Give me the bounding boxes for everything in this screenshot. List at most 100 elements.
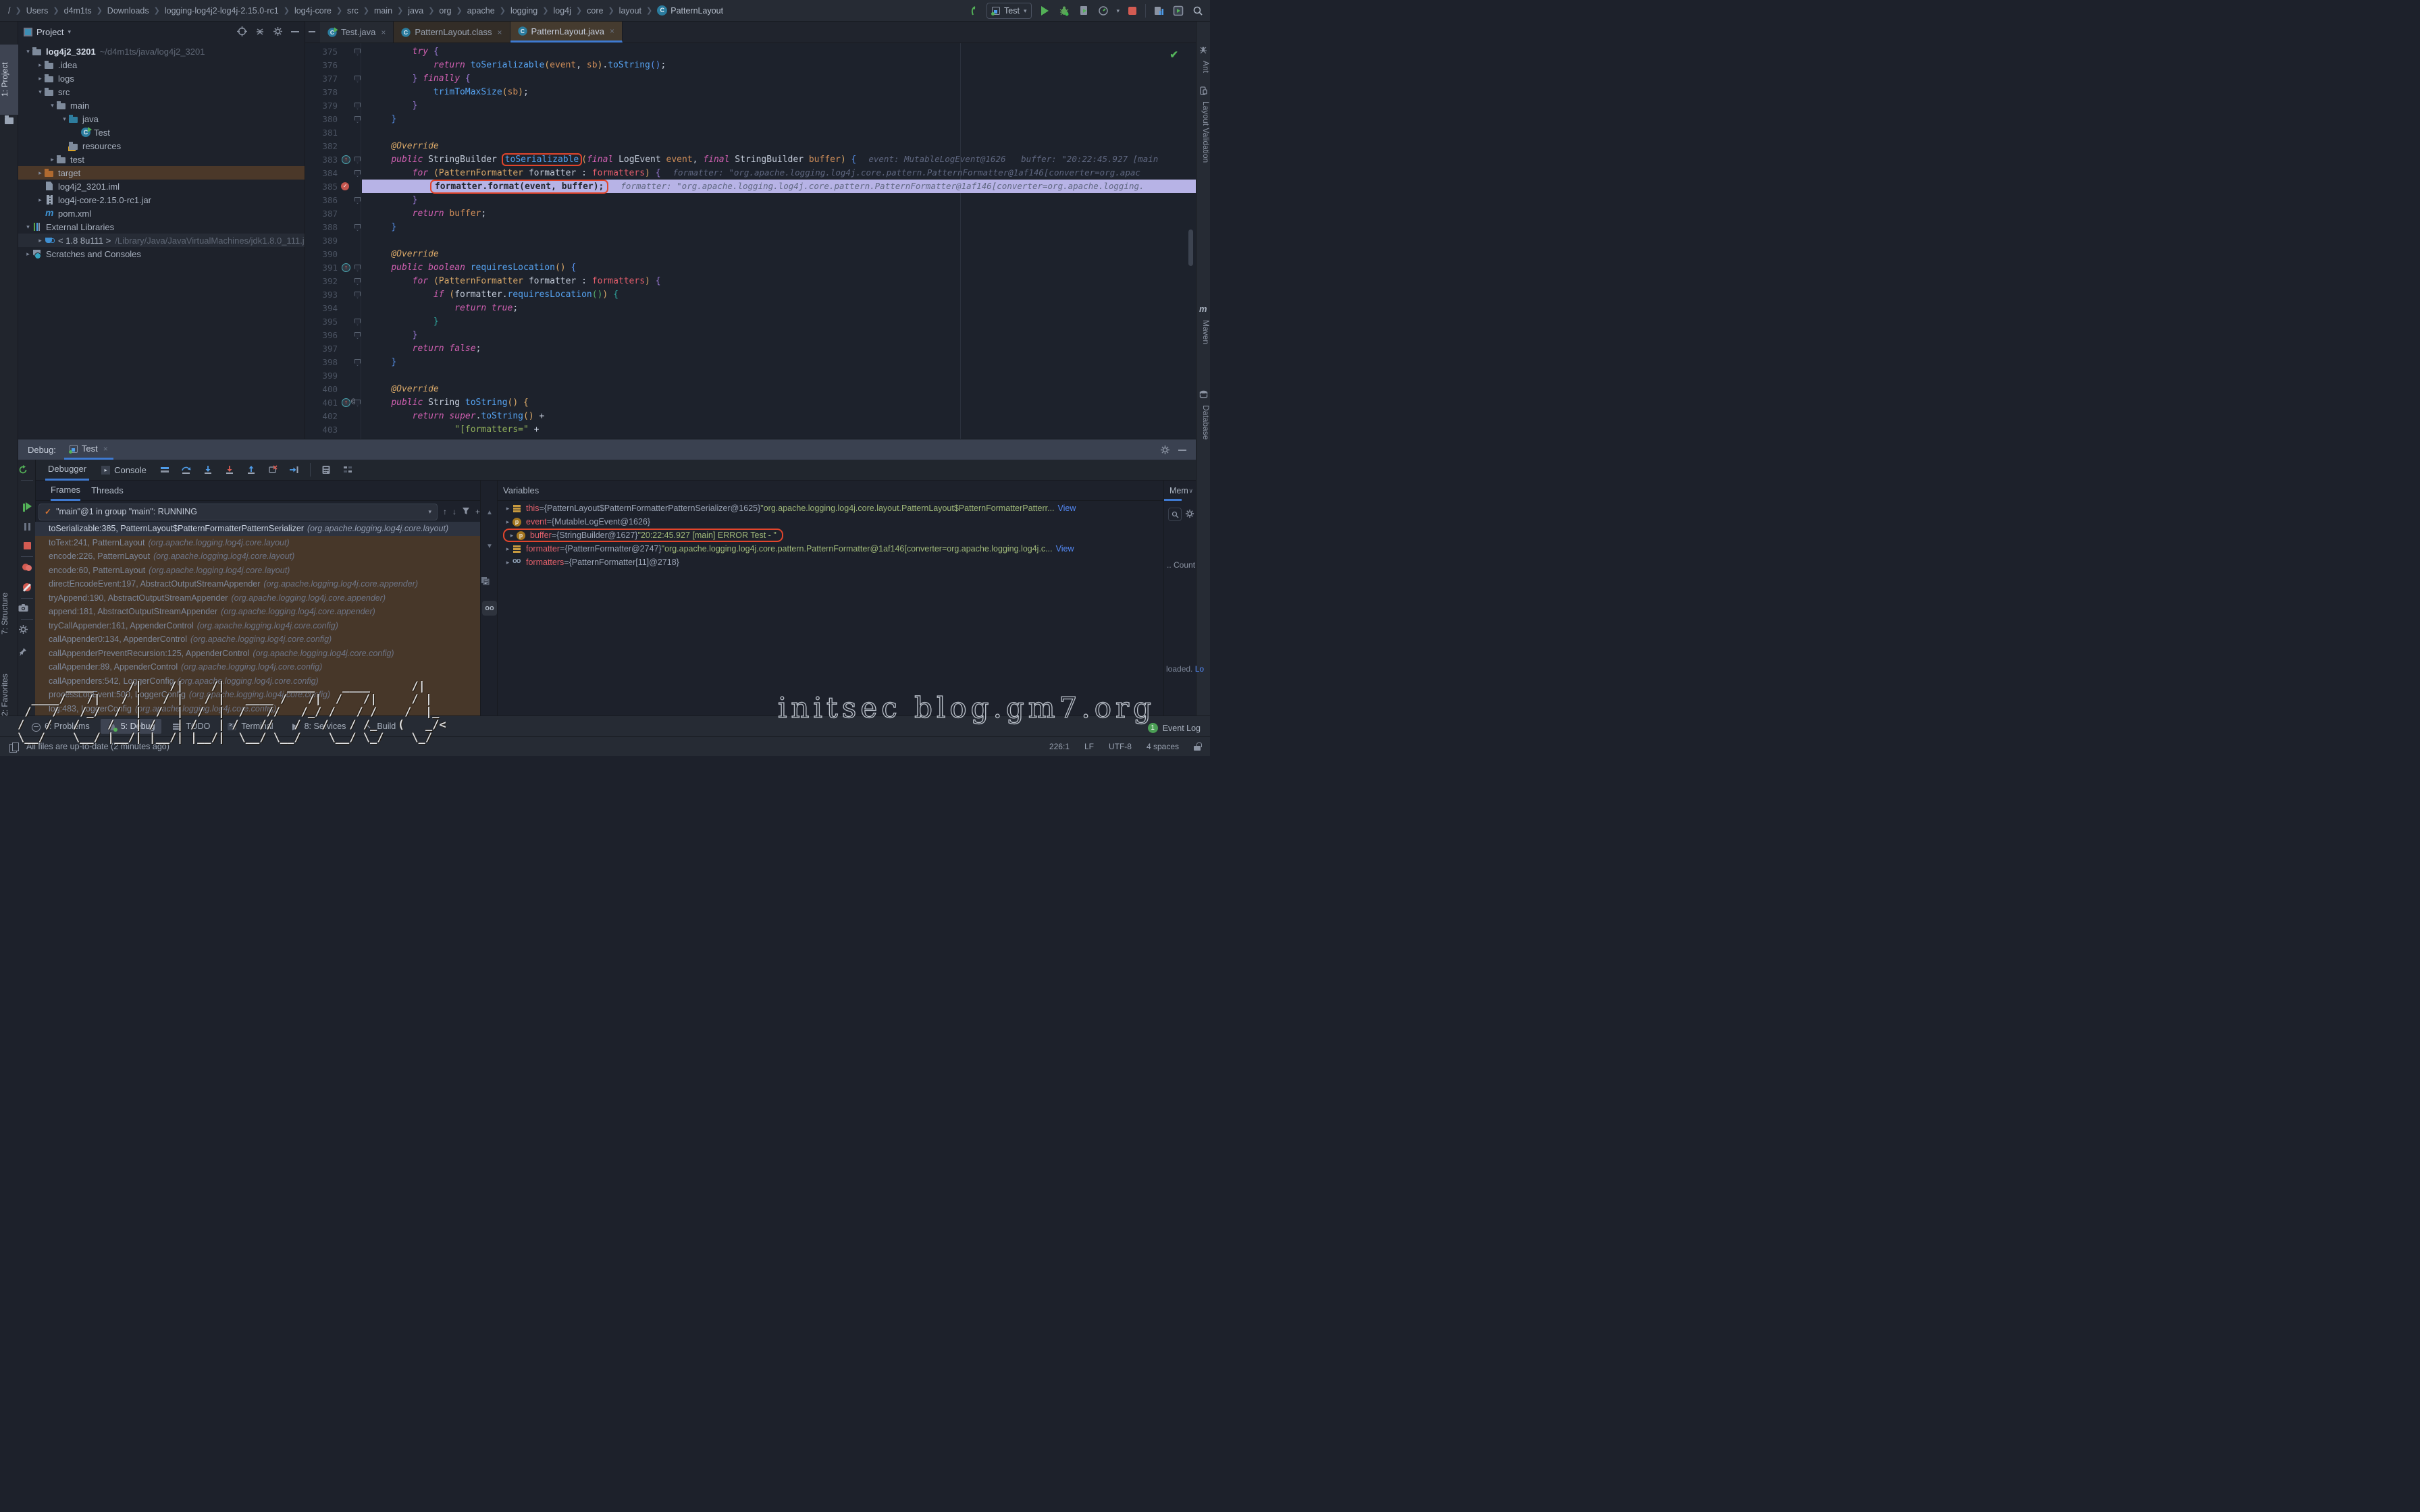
step-out-icon[interactable] [245,464,257,476]
tree-row[interactable]: Test [18,126,305,139]
fold-marker[interactable] [352,234,362,247]
variable-row[interactable]: ▸ event = {MutableLogEvent@1626} [498,515,1163,529]
hide-panel-icon[interactable] [291,31,299,32]
fold-marker[interactable] [352,126,362,139]
line-number[interactable]: 394 [305,303,338,313]
gutter-icon[interactable] [338,139,352,153]
toolwindow-tab-project[interactable]: 1: Project [0,45,18,115]
step-over-icon[interactable] [180,464,192,476]
editor-tab[interactable]: PatternLayout.java × [510,22,623,43]
gutter-icon[interactable] [338,153,352,166]
view-link[interactable]: View [1058,504,1076,513]
line-number[interactable]: 397 [305,344,338,354]
line-number[interactable]: 396 [305,330,338,340]
tree-row[interactable]: pom.xml [18,207,305,220]
gutter-icon[interactable] [338,369,352,382]
watch-glasses-icon[interactable]: oo [482,601,497,616]
status-message[interactable]: All files are up-to-date (2 minutes ago) [26,742,169,751]
breadcrumb-item[interactable]: Users [26,6,49,16]
tree-chevron-icon[interactable]: ▾ [36,88,45,96]
debug-button[interactable] [1057,4,1071,18]
frame-up-icon[interactable]: ↑ [443,507,447,516]
close-tab-icon[interactable]: × [610,26,614,36]
fold-marker[interactable] [352,85,362,99]
scroll-up-icon[interactable]: ▲ [481,509,498,516]
breadcrumb-item[interactable]: src [347,6,359,16]
search-everywhere-icon[interactable] [1191,4,1205,18]
fold-marker[interactable] [352,423,362,436]
fold-marker[interactable] [352,99,362,112]
toolwindow-tab-layout-validation[interactable]: Layout Validation [1196,101,1211,163]
tree-chevron-icon[interactable]: ▸ [48,156,57,163]
line-number[interactable]: 378 [305,87,338,97]
debug-gear-icon[interactable] [18,624,36,634]
expand-chevron-icon[interactable]: ▸ [503,559,512,566]
close-tab-icon[interactable]: × [498,28,502,37]
fold-marker[interactable] [352,328,362,342]
line-number[interactable]: 385 [305,182,338,192]
attach-profiler-icon[interactable] [1152,4,1165,18]
inspections-ok-icon[interactable]: ✔ [1169,49,1178,61]
project-panel-title[interactable]: Project [36,27,63,37]
filter-frames-icon[interactable] [462,507,470,516]
tree-row[interactable]: ▸ Scratches and Consoles [18,247,305,261]
line-number[interactable]: 388 [305,222,338,232]
fold-marker[interactable] [352,369,362,382]
line-number[interactable]: 393 [305,290,338,300]
fold-marker[interactable] [352,72,362,85]
gutter-icon[interactable] [338,328,352,342]
layout-settings-icon[interactable] [342,464,354,476]
fold-marker[interactable] [352,342,362,355]
memory-gear-icon[interactable] [1185,509,1194,518]
tree-row[interactable]: resources [18,139,305,153]
line-number[interactable]: 401 [305,398,338,408]
tree-row[interactable]: ▾ main [18,99,305,112]
hide-tabs-icon[interactable] [309,31,315,32]
stack-frame-row[interactable]: toSerializable:385, PatternLayout$Patter… [35,522,480,536]
lock-icon[interactable] [1194,742,1201,751]
gutter-icon[interactable] [338,112,352,126]
copy-frames-icon[interactable] [481,576,498,585]
variable-row[interactable]: ▸ formatters = {PatternFormatter[11]@271… [498,556,1163,569]
tree-chevron-icon[interactable]: ▸ [36,237,45,244]
tree-chevron-icon[interactable]: ▸ [36,75,45,82]
stack-frame-row[interactable]: encode:226, PatternLayout (org.apache.lo… [35,549,480,564]
stack-frame-row[interactable]: processLogEvent:500, LoggerConfig (org.a… [35,688,480,702]
tree-chevron-icon[interactable]: ▾ [24,223,32,231]
toolwindow-tab-ant[interactable]: Ant [1196,61,1211,73]
tree-chevron-icon[interactable]: ▾ [48,102,57,109]
editor-tab[interactable]: Test.java × [320,22,394,43]
fold-marker[interactable] [352,409,362,423]
drop-frame-icon[interactable] [267,464,279,476]
line-number[interactable]: 400 [305,384,338,394]
toolwindow-button[interactable]: 8: Services [284,719,353,734]
chevron-down-icon[interactable]: ▾ [1116,7,1120,15]
fold-marker[interactable] [352,274,362,288]
run-to-cursor-icon[interactable] [288,464,300,476]
line-number[interactable]: 387 [305,209,338,219]
show-execution-point-icon[interactable] [159,464,171,476]
fold-marker[interactable] [352,112,362,126]
close-session-icon[interactable]: × [103,444,108,454]
thread-dump-camera-icon[interactable] [18,604,36,612]
line-number[interactable]: 383 [305,155,338,165]
debug-session-tab[interactable]: Test × [64,439,113,460]
collapse-all-icon[interactable] [255,27,265,36]
tree-chevron-icon[interactable]: ▾ [60,115,69,123]
tree-chevron-icon[interactable]: ▸ [36,196,45,204]
evaluate-expression-icon[interactable] [320,464,332,476]
editor-scrollbar[interactable] [1188,230,1193,266]
breadcrumb-item[interactable]: log4j [553,6,571,16]
settings-gear-icon[interactable] [273,26,283,36]
gutter-icon[interactable] [338,247,352,261]
line-number[interactable]: 390 [305,249,338,259]
gutter-icon[interactable] [338,423,352,436]
close-tab-icon[interactable]: × [381,28,386,37]
view-link[interactable]: View [1056,544,1074,554]
gutter-icon[interactable] [338,355,352,369]
line-number[interactable]: 389 [305,236,338,246]
fold-marker[interactable] [352,207,362,220]
fold-marker[interactable] [352,288,362,301]
chevron-down-icon[interactable]: ▾ [68,28,71,36]
gutter-icon[interactable] [338,234,352,247]
